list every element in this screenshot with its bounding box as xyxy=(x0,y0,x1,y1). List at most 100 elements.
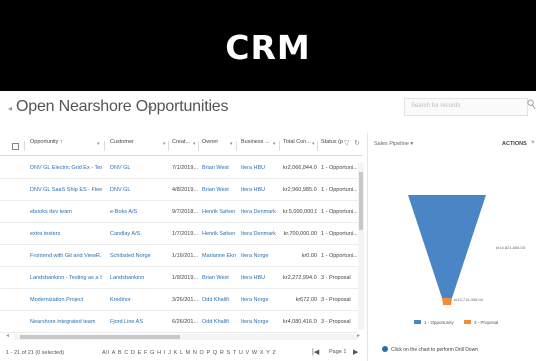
funnel-chart[interactable]: kr14,821,656.03 kr13,714,408.00 1 - Opport… xyxy=(368,153,536,343)
chart-title[interactable]: Sales Pipeline ▾ xyxy=(374,141,413,147)
column-header-created[interactable]: Creat... xyxy=(172,139,190,155)
cell-owner[interactable]: Brian West xyxy=(202,165,236,171)
chevron-down-icon[interactable]: ▾ xyxy=(148,103,153,114)
column-separator xyxy=(279,141,280,151)
column-header-label: Business ... xyxy=(241,139,270,145)
cell-customer[interactable]: DNV GL xyxy=(110,187,168,193)
cell-customer[interactable]: Kredinor xyxy=(110,297,168,303)
table-row[interactable]: Nearshore integrated team Fjord Line AS 6/… xyxy=(0,312,358,333)
chart-actions-button[interactable]: ACTIONS xyxy=(502,141,527,147)
cell-opportunity[interactable]: Modernization Project xyxy=(30,297,102,303)
table-row[interactable]: extra testers Candlay A/S 1/7/2019... Henri… xyxy=(0,224,358,245)
table-row[interactable]: DNV GL SaaS Ship ES - Fleet co... DNV GL 4… xyxy=(0,180,358,201)
funnel-stage-proposal[interactable] xyxy=(442,298,452,305)
cell-owner[interactable]: Marianne Ekn... xyxy=(202,253,236,259)
vertical-scroll-thumb[interactable] xyxy=(359,172,363,230)
legend-opportunity-swatch xyxy=(414,320,421,324)
cell-business-unit[interactable]: Itera Norge xyxy=(241,253,277,259)
cell-opportunity[interactable]: DNV GL SaaS Ship ES - Fleet co... xyxy=(30,187,102,193)
cell-owner[interactable]: Henrik Sølver xyxy=(202,209,236,215)
cell-status: 1 - Opportuni... xyxy=(321,187,357,193)
column-header-label: Total Con... xyxy=(283,139,311,145)
select-all-checkbox[interactable] xyxy=(12,143,19,150)
table-row[interactable]: Landsbankinn - Testing as a Se... Landsba… xyxy=(0,268,358,289)
chevron-down-icon[interactable]: ▾ xyxy=(97,141,100,147)
column-separator xyxy=(104,141,105,151)
info-icon xyxy=(382,346,388,352)
horizontal-scroll-thumb[interactable] xyxy=(20,335,180,339)
close-icon[interactable]: × xyxy=(531,140,535,146)
scroll-left-icon[interactable]: ◂ xyxy=(6,332,9,339)
cell-created: 7/1/2019... xyxy=(172,165,198,171)
column-separator xyxy=(317,141,318,151)
next-page-icon[interactable]: ▶ xyxy=(353,348,358,356)
cell-business-unit[interactable]: Itera Norge xyxy=(241,319,277,325)
cell-business-unit[interactable]: Itera HBU xyxy=(241,165,277,171)
cell-owner[interactable]: Odd Khalifi xyxy=(202,297,236,303)
cell-opportunity[interactable]: extra testers xyxy=(30,231,102,237)
data-label: kr13,714,408.00 xyxy=(454,297,484,302)
header-divider xyxy=(0,155,362,156)
cell-opportunity[interactable]: Landsbankinn - Testing as a Se... xyxy=(30,275,102,281)
chevron-down-icon[interactable]: ▾ xyxy=(193,141,196,147)
cell-status: 3 - Proposal xyxy=(321,319,351,325)
search-icon[interactable] xyxy=(527,99,536,110)
funnel-stage-opportunity[interactable] xyxy=(408,195,486,298)
chart-note: Click on the chart to perform Drill Down xyxy=(382,346,478,353)
table-row[interactable]: ebooks dev team e-Boks A/S 9/7/2018... Henr… xyxy=(0,202,358,223)
cell-business-unit[interactable]: Itera Denmark xyxy=(241,231,277,237)
cell-owner[interactable]: Odd Khalifi xyxy=(202,319,236,325)
column-header-owner[interactable]: Owner xyxy=(202,139,218,155)
cell-business-unit[interactable]: Itera HBU xyxy=(241,275,277,281)
column-header-status[interactable]: Status (p xyxy=(321,139,343,155)
column-header-opportunity[interactable]: Opportunity ↑ xyxy=(30,139,63,155)
chevron-down-icon[interactable]: ▾ xyxy=(163,141,166,147)
filter-icon[interactable]: ▽ xyxy=(344,139,349,147)
cell-owner[interactable]: Brian West xyxy=(202,275,236,281)
cell-customer[interactable]: Schibsted Norge xyxy=(110,253,168,259)
cell-opportunity[interactable]: DNV GL Electric Grid Ex - Test A... xyxy=(30,165,102,171)
cell-opportunity[interactable]: ebooks dev team xyxy=(30,209,102,215)
cell-business-unit[interactable]: Itera Norge xyxy=(241,297,277,303)
column-header-label: Creat... xyxy=(172,139,191,145)
refresh-icon[interactable]: ↻ xyxy=(354,139,360,147)
scroll-right-icon[interactable]: ▸ xyxy=(357,332,360,339)
cell-opportunity[interactable]: Frontend with Git and ViewR... xyxy=(30,253,102,259)
search-placeholder: Search for records xyxy=(411,103,461,109)
back-arrow-icon[interactable]: ◂ xyxy=(8,104,12,113)
cell-opportunity[interactable]: Nearshore integrated team xyxy=(30,319,102,325)
grid-footer: 1 - 21 of 21 (0 selected) All A B C D E … xyxy=(0,343,366,361)
column-header-customer[interactable]: Customer xyxy=(110,139,134,155)
chart-panel: Sales Pipeline ▾ ACTIONS × kr14,821,656.… xyxy=(367,133,536,361)
alphabet-filter[interactable]: All A B C D E F G H I J K L M N O P Q R … xyxy=(102,350,276,356)
chevron-down-icon[interactable]: ▾ xyxy=(230,141,233,147)
cell-customer[interactable]: e-Boks A/S xyxy=(110,209,168,215)
chevron-down-icon[interactable]: ▾ xyxy=(312,141,315,147)
cell-business-unit[interactable]: Itera Denmark xyxy=(241,209,277,215)
cell-status: 1 - Opportuni... xyxy=(321,209,357,215)
cell-business-unit[interactable]: Itera HBU xyxy=(241,187,277,193)
column-header-label: Opportunity ↑ xyxy=(30,139,63,145)
cell-owner[interactable]: Brian West xyxy=(202,187,236,193)
cell-customer[interactable]: Landsbankinn xyxy=(110,275,168,281)
first-page-icon[interactable]: |◀ xyxy=(312,348,319,356)
cell-status: 1 - Opportuni... xyxy=(321,165,357,171)
chart-title-text: Sales Pipeline xyxy=(374,141,409,147)
cell-customer[interactable]: DNV GL xyxy=(110,165,168,171)
cell-status: 1 - Opportuni... xyxy=(321,231,357,237)
table-row[interactable]: DNV GL Electric Grid Ex - Test A... DNV G… xyxy=(0,158,358,179)
cell-customer[interactable]: Candlay A/S xyxy=(110,231,168,237)
view-title[interactable]: Open Nearshore Opportunities xyxy=(16,98,229,116)
search-input[interactable]: Search for records xyxy=(404,98,528,116)
table-row[interactable]: Modernization Project Kredinor 3/26/201...… xyxy=(0,290,358,311)
cell-total: kr2,960,985.00 xyxy=(283,187,317,193)
cell-customer[interactable]: Fjord Line AS xyxy=(110,319,168,325)
chevron-down-icon[interactable]: ▾ xyxy=(273,141,276,147)
cell-created: 1/7/2019... xyxy=(172,231,198,237)
legend-opportunity: 1 - Opportunity xyxy=(424,320,455,325)
column-header-total-contract[interactable]: Total Con... xyxy=(283,139,311,155)
column-header-business-unit[interactable]: Business ... xyxy=(241,139,269,155)
cell-created: 4/8/2019... xyxy=(172,187,198,193)
table-row[interactable]: Frontend with Git and ViewR... Schibsted … xyxy=(0,246,358,267)
cell-owner[interactable]: Henrik Sølver xyxy=(202,231,236,237)
